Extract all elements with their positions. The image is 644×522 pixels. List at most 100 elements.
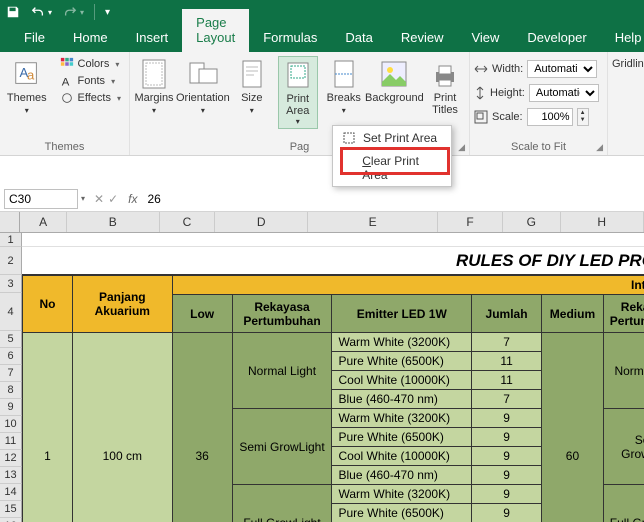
themes-button[interactable]: Aa Themes▾ <box>4 56 50 118</box>
tab-help[interactable]: Help <box>601 24 644 52</box>
background-button[interactable]: Background <box>370 56 419 106</box>
enter-formula-icon[interactable]: ✓ <box>108 192 118 206</box>
save-icon[interactable] <box>6 5 20 19</box>
tab-developer[interactable]: Developer <box>513 24 600 52</box>
tab-file[interactable]: File <box>10 24 59 52</box>
row-header[interactable]: 1 <box>0 233 22 247</box>
breaks-button[interactable]: Breaks▾ <box>324 56 364 118</box>
height-select[interactable]: Automatic <box>529 84 599 102</box>
cell-emitter[interactable]: Pure White (6500K) <box>332 504 472 522</box>
cell-light-type[interactable]: Semi GrowLight <box>232 409 332 485</box>
row-header[interactable]: 11 <box>0 433 22 450</box>
name-box-dropdown-icon[interactable]: ▾ <box>78 194 88 203</box>
height-icon <box>474 86 486 100</box>
cell-emitter[interactable]: Warm White (3200K) <box>332 333 472 352</box>
cell-panjang[interactable]: 100 cm <box>72 333 172 522</box>
formula-input[interactable] <box>141 190 644 208</box>
cell-jumlah[interactable]: 7 <box>472 333 542 352</box>
cell-jumlah[interactable]: 9 <box>472 485 542 504</box>
col-header-f[interactable]: F <box>438 212 503 232</box>
cell-light-type[interactable]: Normal Light <box>232 333 332 409</box>
tab-view[interactable]: View <box>457 24 513 52</box>
cell-no[interactable]: 1 <box>23 333 73 522</box>
redo-icon[interactable]: ▾ <box>62 5 84 19</box>
orientation-button[interactable]: Orientation▾ <box>180 56 226 118</box>
scale-input[interactable] <box>527 108 573 126</box>
tab-review[interactable]: Review <box>387 24 458 52</box>
cell-emitter[interactable]: Cool White (10000K) <box>332 371 472 390</box>
cell-jumlah[interactable]: 9 <box>472 409 542 428</box>
cell-jumlah[interactable]: 9 <box>472 447 542 466</box>
width-select[interactable]: Automatic <box>527 60 597 78</box>
row-header[interactable]: 10 <box>0 416 22 433</box>
tab-home[interactable]: Home <box>59 24 122 52</box>
cell-emitter[interactable]: Blue (460-470 nm) <box>332 466 472 485</box>
row-header[interactable]: 15 <box>0 501 22 518</box>
col-header-c[interactable]: C <box>160 212 216 232</box>
cell-jumlah[interactable]: 7 <box>472 390 542 409</box>
cell-emitter[interactable]: Cool White (10000K) <box>332 447 472 466</box>
print-area-button[interactable]: Print Area ▾ <box>278 56 318 129</box>
col-header-g[interactable]: G <box>503 212 561 232</box>
row-header[interactable]: 7 <box>0 365 22 382</box>
row-header[interactable]: 13 <box>0 467 22 484</box>
scale-spinner[interactable]: ▲▼ <box>577 108 589 126</box>
qat-customize-icon[interactable]: ▾ <box>105 7 110 18</box>
tab-insert[interactable]: Insert <box>122 24 183 52</box>
fonts-button[interactable]: A Fonts▾ <box>56 73 125 89</box>
cell-jumlah[interactable]: 9 <box>472 466 542 485</box>
cell-emitter[interactable]: Pure White (6500K) <box>332 352 472 371</box>
margins-button[interactable]: Margins▾ <box>134 56 174 118</box>
fx-icon[interactable]: fx <box>124 192 141 206</box>
set-print-area-item[interactable]: Set Print Area <box>333 126 451 150</box>
cell-light-type[interactable]: Full GrowLight <box>232 485 332 522</box>
undo-icon[interactable]: ▾ <box>30 5 52 19</box>
cell-emitter[interactable]: Blue (460-470 nm) <box>332 390 472 409</box>
cell-medium[interactable]: 60 <box>542 333 604 522</box>
clear-print-area-item[interactable]: Clear Print Area <box>333 150 451 186</box>
row-header[interactable]: 16 <box>0 518 22 522</box>
col-header-d[interactable]: D <box>215 212 308 232</box>
svg-text:a: a <box>27 68 35 83</box>
row-header[interactable]: 2 <box>0 247 22 275</box>
cell-jumlah[interactable]: 9 <box>472 428 542 447</box>
scale-to-fit-launcher-icon[interactable]: ◢ <box>596 142 603 153</box>
print-titles-button[interactable]: Print Titles <box>425 56 465 118</box>
cell-jumlah[interactable]: 11 <box>472 352 542 371</box>
cell-light-type-2[interactable]: Full GrowLight <box>603 485 644 522</box>
col-header-h[interactable]: H <box>561 212 644 232</box>
sheet-title: RULES OF DIY LED PROJEC <box>22 247 644 275</box>
row-header[interactable]: 14 <box>0 484 22 501</box>
tab-data[interactable]: Data <box>331 24 386 52</box>
row-header[interactable]: 9 <box>0 399 22 416</box>
cell-light-type-2[interactable]: Semi GrowLight <box>603 409 644 485</box>
row-header[interactable]: 8 <box>0 382 22 399</box>
ribbon-group-sheet-options: Gridlin <box>608 52 640 155</box>
col-header-e[interactable]: E <box>308 212 438 232</box>
col-header-b[interactable]: B <box>67 212 160 232</box>
row-header[interactable]: 6 <box>0 348 22 365</box>
cell-jumlah[interactable]: 9 <box>472 504 542 522</box>
cell-light-type-2[interactable]: Normal Light <box>603 333 644 409</box>
size-button[interactable]: Size▾ <box>232 56 272 118</box>
name-box[interactable] <box>4 189 78 209</box>
row-header[interactable]: 4 <box>0 293 22 331</box>
cell-low[interactable]: 36 <box>172 333 232 522</box>
effects-button[interactable]: Effects▾ <box>56 90 125 106</box>
tab-formulas[interactable]: Formulas <box>249 24 331 52</box>
cell-emitter[interactable]: Warm White (3200K) <box>332 409 472 428</box>
col-header-a[interactable]: A <box>20 212 66 232</box>
row-header[interactable]: 3 <box>0 275 22 293</box>
cell-jumlah[interactable]: 11 <box>472 371 542 390</box>
page-setup-launcher-icon[interactable]: ◢ <box>458 142 465 153</box>
cell-emitter[interactable]: Pure White (6500K) <box>332 428 472 447</box>
row-headers: 123456789101112131415161718 <box>0 233 22 522</box>
row-header[interactable]: 12 <box>0 450 22 467</box>
cancel-formula-icon[interactable]: ✕ <box>94 192 104 206</box>
row-header[interactable]: 5 <box>0 331 22 348</box>
select-all-corner[interactable] <box>0 212 20 232</box>
colors-button[interactable]: Colors▾ <box>56 56 125 72</box>
cell-emitter[interactable]: Warm White (3200K) <box>332 485 472 504</box>
header-rekayasa2: Rekayasa Pertumbuhan <box>603 295 644 333</box>
tab-page-layout[interactable]: Page Layout <box>182 9 249 52</box>
